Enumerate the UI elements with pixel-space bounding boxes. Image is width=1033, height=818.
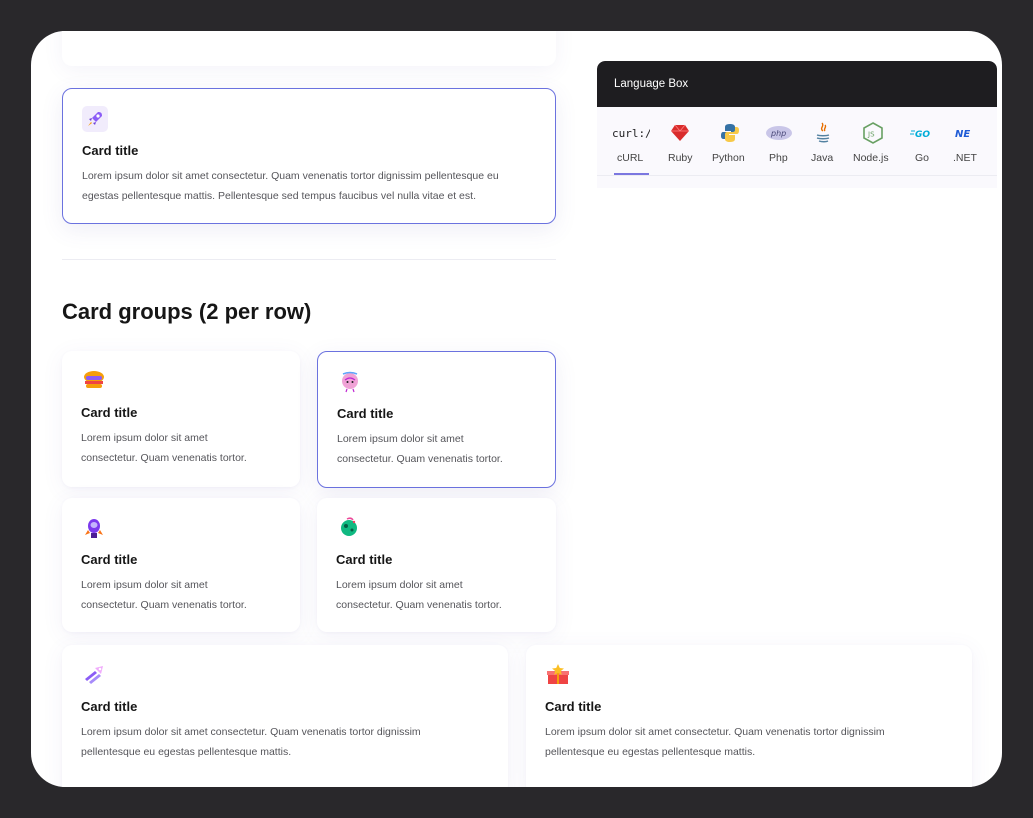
card-description-line: Lorem ipsum dolor sit amet [81, 432, 208, 444]
tab-nodejs[interactable]: JS Node.js [852, 107, 894, 175]
card-grid-1[interactable]: Card title Lorem ipsum dolor sit amet co… [62, 351, 300, 487]
card-description-line: consectetur. Quam venenatis tortor. [81, 598, 247, 611]
tab-label: .NET [953, 152, 977, 164]
card-description-line: Lorem ipsum dolor sit amet consectetur. … [81, 726, 421, 738]
card-title: Card title [82, 143, 139, 158]
tab-label: Python [712, 152, 745, 164]
card-description-line: Lorem ipsum dolor sit amet [337, 433, 464, 445]
tab-java[interactable]: Java [809, 107, 839, 175]
ruby-icon [669, 122, 691, 144]
tab-label: Ruby [668, 152, 693, 164]
curl-icon: curl:// [612, 122, 650, 144]
card-grid-3[interactable]: Card title Lorem ipsum dolor sit amet co… [62, 498, 300, 632]
svg-text:curl://: curl:// [612, 127, 650, 140]
card-grid-2[interactable]: Card title Lorem ipsum dolor sit amet co… [317, 351, 556, 488]
card-title: Card title [336, 552, 393, 567]
card-wide-2[interactable]: Card title Lorem ipsum dolor sit amet co… [526, 645, 972, 787]
go-icon: GO [910, 122, 934, 144]
language-box: Language Box curl:// cURL Ruby Python [597, 61, 997, 188]
card-title: Card title [81, 405, 138, 420]
tab-ruby[interactable]: Ruby [663, 107, 699, 175]
card-description-line: Lorem ipsum dolor sit amet consectetur. … [545, 726, 885, 738]
app-frame: Card title Lorem ipsum dolor sit amet co… [31, 31, 1002, 787]
card-description-line: consectetur. Quam venenatis tortor. [336, 598, 502, 611]
active-tab-underline [614, 173, 649, 175]
php-icon: php [764, 122, 794, 144]
planet-icon [336, 515, 362, 541]
card-description: Lorem ipsum dolor sit amet consectetur. … [337, 430, 503, 469]
rocket-icon [82, 106, 108, 132]
card-description: Lorem ipsum dolor sit amet consectetur. … [81, 723, 421, 762]
card-description-line: consectetur. Quam venenatis tortor. [337, 452, 503, 465]
nodejs-icon: JS [862, 122, 884, 144]
svg-text:JS: JS [867, 131, 875, 139]
card-description: Lorem ipsum dolor sit amet consectetur. … [82, 167, 499, 206]
card-title: Card title [545, 699, 602, 714]
tab-dotnet[interactable]: NE .NET [953, 107, 997, 175]
tab-label: Node.js [853, 152, 889, 164]
tab-curl[interactable]: curl:// cURL [610, 107, 652, 175]
tab-python[interactable]: Python [709, 107, 751, 175]
burger-icon [81, 368, 107, 394]
card-description: Lorem ipsum dolor sit amet consectetur. … [81, 576, 247, 615]
card-description-line: Lorem ipsum dolor sit amet consectetur. … [82, 170, 499, 182]
svg-text:NE: NE [955, 129, 970, 139]
card-description-line: egestas pellentesque mattis. Pellentesqu… [82, 189, 476, 202]
rockets-icon [81, 662, 107, 688]
section-title: Card groups (2 per row) [62, 299, 312, 324]
card-description: Lorem ipsum dolor sit amet consectetur. … [336, 576, 502, 615]
tab-label: cURL [617, 152, 644, 164]
card-wide-1[interactable]: Card title Lorem ipsum dolor sit amet co… [62, 645, 508, 787]
gift-box-icon [545, 662, 571, 688]
language-tabs: curl:// cURL Ruby Python php [597, 107, 997, 176]
tab-label: Php [769, 152, 788, 164]
language-box-header: Language Box [597, 61, 997, 107]
tab-go[interactable]: GO Go [910, 107, 934, 175]
java-icon [812, 122, 834, 144]
card-description-line: consectetur. Quam venenatis tortor. [81, 451, 247, 464]
card-description-line: pellentesque eu egestas pellentesque mat… [81, 745, 292, 758]
card-description: Lorem ipsum dolor sit amet consectetur. … [81, 429, 247, 468]
astronaut-icon [81, 515, 107, 541]
card-description-line: Lorem ipsum dolor sit amet [336, 579, 463, 591]
card-title: Card title [337, 406, 394, 421]
card-description-line: pellentesque eu egestas pellentesque mat… [545, 745, 756, 758]
svg-text:php: php [770, 129, 786, 138]
dotnet-icon: NE [955, 122, 979, 144]
card-featured[interactable]: Card title Lorem ipsum dolor sit amet co… [62, 88, 556, 224]
divider [62, 259, 556, 260]
card-partial-top[interactable] [62, 31, 556, 66]
brain-icon [337, 369, 363, 395]
tab-label: Go [915, 152, 930, 164]
svg-text:GO: GO [915, 130, 930, 139]
card-title: Card title [81, 699, 138, 714]
tab-label: Java [811, 152, 834, 164]
python-icon [719, 122, 741, 144]
card-title: Card title [81, 552, 138, 567]
card-description-line: Lorem ipsum dolor sit amet [81, 579, 208, 591]
card-grid-4[interactable]: Card title Lorem ipsum dolor sit amet co… [317, 498, 556, 632]
tab-php[interactable]: php Php [763, 107, 797, 175]
card-description: Lorem ipsum dolor sit amet consectetur. … [545, 723, 885, 762]
